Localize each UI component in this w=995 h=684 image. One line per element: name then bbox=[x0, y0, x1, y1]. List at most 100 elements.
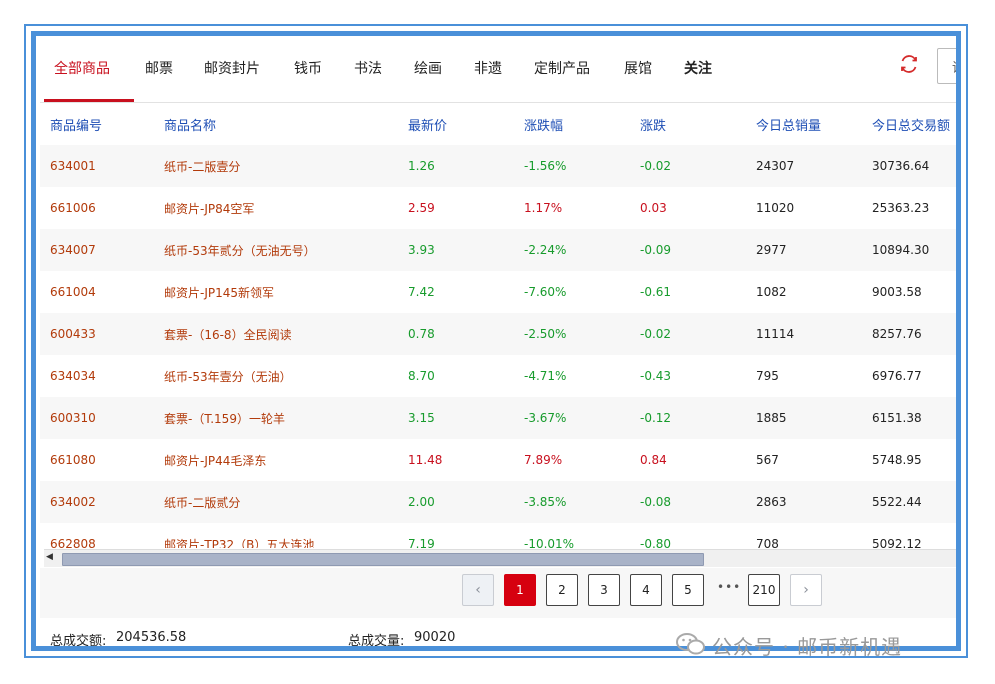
chevron-left-icon: ‹ bbox=[475, 582, 481, 598]
daily-amount: 9003.58 bbox=[872, 285, 922, 299]
daily-volume: 1082 bbox=[756, 285, 787, 299]
next-page-button[interactable]: › bbox=[790, 574, 822, 606]
quotes-table-container: 商品编号 商品名称 最新价 涨跌幅 涨跌 今日总销量 今日总交易额 634001… bbox=[40, 103, 956, 549]
col-header-amount[interactable]: 今日总交易额 bbox=[862, 103, 956, 145]
chevron-right-icon: › bbox=[803, 582, 809, 598]
change-value: 0.03 bbox=[640, 201, 667, 215]
change-value: -0.43 bbox=[640, 369, 672, 383]
col-header-volume[interactable]: 今日总销量 bbox=[746, 103, 862, 145]
product-name[interactable]: 纸币-53年壹分（无油） bbox=[154, 355, 398, 397]
active-tab-indicator bbox=[44, 99, 134, 102]
tab-stamps[interactable]: 邮票 bbox=[145, 58, 173, 78]
latest-price: 2.00 bbox=[398, 481, 514, 523]
latest-price: 11.48 bbox=[408, 453, 443, 467]
daily-amount: 25363.23 bbox=[872, 201, 930, 215]
horizontal-scrollbar[interactable]: ◀ bbox=[44, 549, 956, 567]
change-pct: -4.71% bbox=[524, 369, 567, 383]
change-pct: 7.89% bbox=[524, 453, 563, 467]
product-name[interactable]: 纸币-二版壹分 bbox=[154, 145, 398, 187]
product-name[interactable]: 邮资片-TP32（B）五大连池 bbox=[154, 523, 398, 549]
change-value: -0.02 bbox=[630, 313, 746, 355]
page-button-3[interactable]: 3 bbox=[588, 574, 620, 606]
daily-volume: 11114 bbox=[746, 313, 862, 355]
product-code: 661006 bbox=[50, 201, 96, 215]
change-pct: -3.67% bbox=[514, 397, 630, 439]
change-pct: -7.60% bbox=[524, 285, 567, 299]
product-code: 600310 bbox=[40, 397, 154, 439]
daily-volume: 2977 bbox=[746, 229, 862, 271]
product-code: 634034 bbox=[50, 369, 96, 383]
tab-exhibition-hall[interactable]: 展馆 bbox=[624, 58, 652, 78]
table-row[interactable]: 600433 套票-（16-8）全民阅读 0.78 -2.50% -0.02 1… bbox=[40, 313, 956, 355]
pagination: ‹ 1 2 3 4 5 ••• 210 › bbox=[40, 568, 956, 618]
wechat-logo-icon bbox=[676, 633, 705, 655]
product-name[interactable]: 套票-（16-8）全民阅读 bbox=[154, 313, 398, 355]
product-name[interactable]: 纸币-二版贰分 bbox=[154, 481, 398, 523]
change-pct: -2.50% bbox=[514, 313, 630, 355]
product-name[interactable]: 套票-（T.159）一轮羊 bbox=[154, 397, 398, 439]
table-row[interactable]: 662808 邮资片-TP32（B）五大连池 7.19 -10.01% -0.8… bbox=[40, 523, 956, 549]
scrollbar-thumb[interactable] bbox=[62, 553, 704, 566]
table-row[interactable]: 634007 纸币-53年贰分（无油无号） 3.93 -2.24% -0.09 … bbox=[40, 229, 956, 271]
product-name[interactable]: 纸币-53年贰分（无油无号） bbox=[154, 229, 398, 271]
page-button-5[interactable]: 5 bbox=[672, 574, 704, 606]
daily-volume: 1885 bbox=[746, 397, 862, 439]
table-row[interactable]: 661080 邮资片-JP44毛泽东 11.48 7.89% 0.84 567 … bbox=[40, 439, 956, 481]
daily-amount: 8257.76 bbox=[862, 313, 956, 355]
daily-amount: 5522.44 bbox=[862, 481, 956, 523]
refresh-icon[interactable] bbox=[897, 52, 921, 76]
latest-price: 0.78 bbox=[398, 313, 514, 355]
product-code: 634001 bbox=[40, 145, 154, 187]
col-header-change[interactable]: 涨跌 bbox=[630, 103, 746, 145]
col-header-price[interactable]: 最新价 bbox=[398, 103, 514, 145]
tab-intangible-heritage[interactable]: 非遗 bbox=[474, 58, 502, 78]
table-header-row: 商品编号 商品名称 最新价 涨跌幅 涨跌 今日总销量 今日总交易额 bbox=[40, 103, 956, 145]
tab-postal-covers[interactable]: 邮资封片 bbox=[204, 58, 260, 78]
tab-all-products[interactable]: 全部商品 bbox=[54, 58, 110, 78]
market-panel: 全部商品 邮票 邮资封片 钱币 书法 绘画 非遗 定制产品 展馆 关注 请 bbox=[40, 40, 956, 646]
latest-price: 3.93 bbox=[398, 229, 514, 271]
table-row[interactable]: 634002 纸币-二版贰分 2.00 -3.85% -0.08 2863 55… bbox=[40, 481, 956, 523]
product-name[interactable]: 邮资片-JP84空军 bbox=[154, 187, 398, 229]
category-tabs: 全部商品 邮票 邮资封片 钱币 书法 绘画 非遗 定制产品 展馆 关注 请 bbox=[40, 40, 956, 103]
prev-page-button[interactable]: ‹ bbox=[462, 574, 494, 606]
change-value: -0.12 bbox=[630, 397, 746, 439]
watermark-text: 公众号 · 邮币新机遇 bbox=[712, 635, 903, 659]
tab-watchlist[interactable]: 关注 bbox=[684, 58, 712, 78]
daily-volume: 795 bbox=[756, 369, 779, 383]
product-code: 634002 bbox=[40, 481, 154, 523]
daily-volume: 567 bbox=[756, 453, 779, 467]
page-button-last[interactable]: 210 bbox=[748, 574, 780, 606]
table-row[interactable]: 634001 纸币-二版壹分 1.26 -1.56% -0.02 24307 3… bbox=[40, 145, 956, 187]
page-button-1[interactable]: 1 bbox=[504, 574, 536, 606]
col-header-change-pct[interactable]: 涨跌幅 bbox=[514, 103, 630, 145]
daily-amount: 5092.12 bbox=[872, 537, 922, 548]
pagination-ellipsis: ••• bbox=[717, 580, 742, 594]
tab-painting[interactable]: 绘画 bbox=[414, 58, 442, 78]
product-code: 661004 bbox=[50, 285, 96, 299]
search-box[interactable]: 请 bbox=[937, 48, 956, 84]
table-row[interactable]: 661004 邮资片-JP145新领军 7.42 -7.60% -0.61 10… bbox=[40, 271, 956, 313]
tab-calligraphy[interactable]: 书法 bbox=[354, 58, 382, 78]
change-value: -0.02 bbox=[630, 145, 746, 187]
product-code: 661080 bbox=[50, 453, 96, 467]
tab-custom-products[interactable]: 定制产品 bbox=[534, 58, 590, 78]
daily-volume: 708 bbox=[756, 537, 779, 548]
daily-amount: 5748.95 bbox=[872, 453, 922, 467]
scroll-left-arrow-icon[interactable]: ◀ bbox=[46, 552, 53, 562]
product-name[interactable]: 邮资片-JP44毛泽东 bbox=[154, 439, 398, 481]
table-row[interactable]: 634034 纸币-53年壹分（无油） 8.70 -4.71% -0.43 79… bbox=[40, 355, 956, 397]
tab-coins[interactable]: 钱币 bbox=[294, 58, 322, 78]
product-name[interactable]: 邮资片-JP145新领军 bbox=[154, 271, 398, 313]
latest-price: 1.26 bbox=[398, 145, 514, 187]
col-header-code[interactable]: 商品编号 bbox=[40, 103, 154, 145]
page-button-2[interactable]: 2 bbox=[546, 574, 578, 606]
product-code: 662808 bbox=[50, 537, 96, 548]
col-header-name[interactable]: 商品名称 bbox=[154, 103, 398, 145]
total-amount-label: 总成交额: bbox=[50, 634, 107, 649]
page-button-4[interactable]: 4 bbox=[630, 574, 662, 606]
table-row[interactable]: 661006 邮资片-JP84空军 2.59 1.17% 0.03 11020 … bbox=[40, 187, 956, 229]
change-pct: -10.01% bbox=[524, 537, 575, 548]
change-pct: -2.24% bbox=[514, 229, 630, 271]
table-row[interactable]: 600310 套票-（T.159）一轮羊 3.15 -3.67% -0.12 1… bbox=[40, 397, 956, 439]
